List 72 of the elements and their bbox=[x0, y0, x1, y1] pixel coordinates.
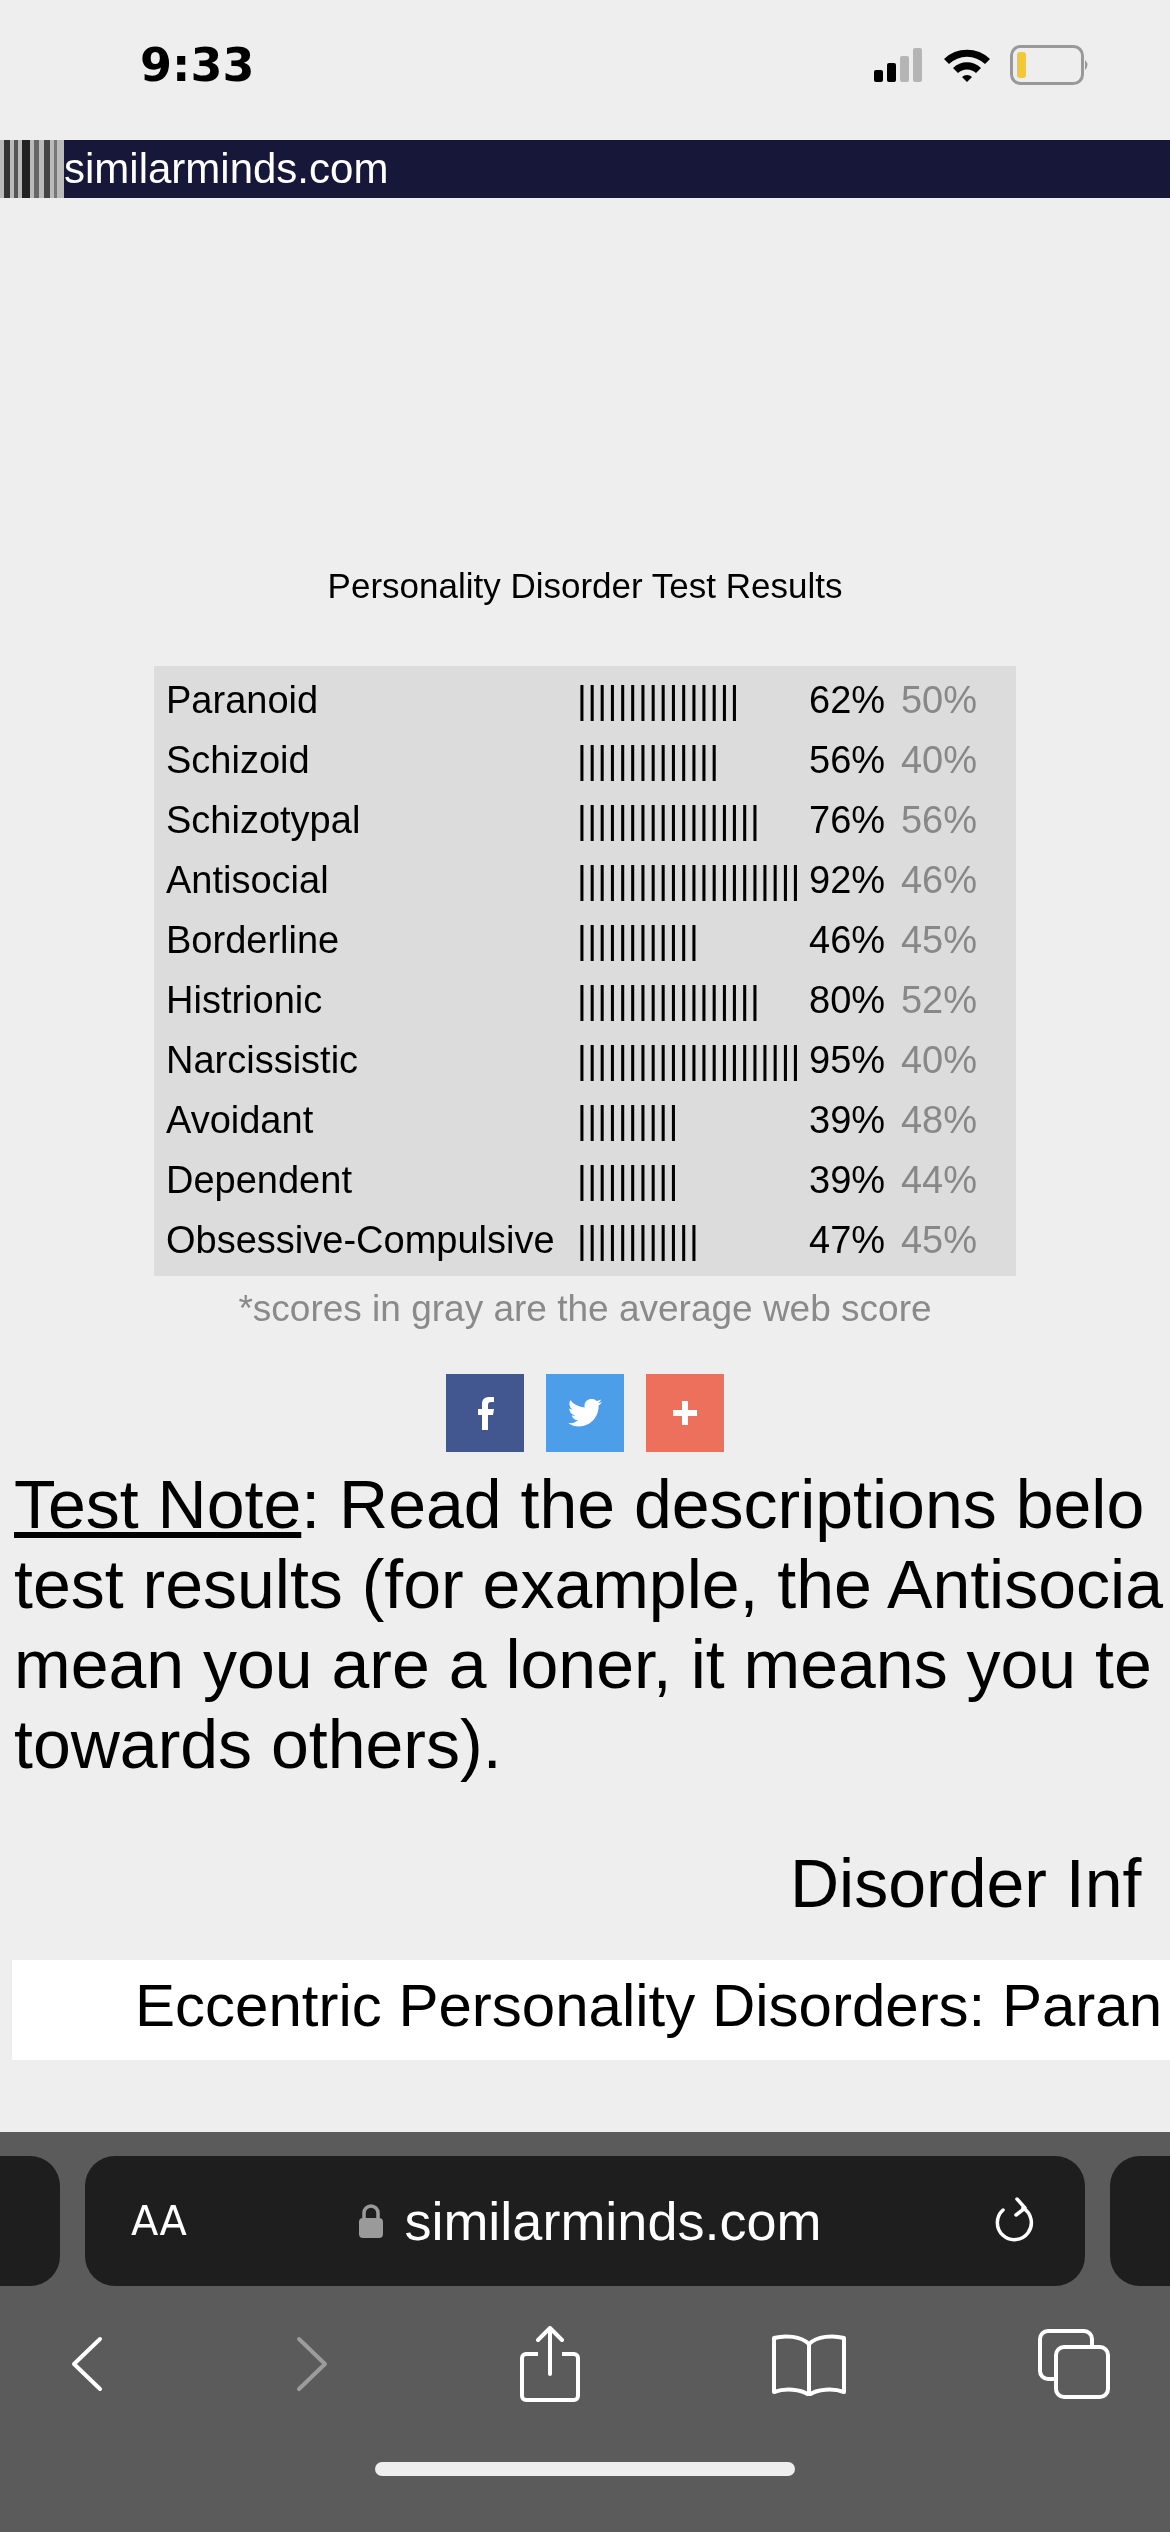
score-value: 47% bbox=[809, 1218, 887, 1262]
footnote: *scores in gray are the average web score bbox=[237, 1288, 933, 1330]
twitter-share-button[interactable] bbox=[546, 1374, 624, 1452]
disorder-name: Schizotypal bbox=[166, 798, 362, 842]
note-text: : Read the descriptions belo bbox=[301, 1466, 1145, 1542]
score-value: 95% bbox=[809, 1038, 887, 1082]
disorder-name: Narcissistic bbox=[166, 1038, 360, 1082]
results-title: Personality Disorder Test Results bbox=[326, 566, 844, 606]
back-icon[interactable] bbox=[70, 2336, 104, 2392]
disorder-name: Obsessive-Compulsive bbox=[166, 1218, 556, 1262]
average-score: 45% bbox=[900, 918, 977, 962]
share-icon[interactable] bbox=[520, 2326, 580, 2402]
score-bar-text: |||||||||||||||||| bbox=[577, 978, 761, 1022]
disorder-name: Histrionic bbox=[166, 978, 324, 1022]
score-value: 46% bbox=[809, 918, 887, 962]
average-score: 56% bbox=[900, 798, 977, 842]
note-text: mean you are a loner, it means you te bbox=[14, 1626, 1152, 1702]
url-text: similarminds.com bbox=[404, 2190, 822, 2252]
average-score: 52% bbox=[900, 978, 977, 1022]
status-time: 9:33 bbox=[140, 38, 255, 92]
average-score: 44% bbox=[900, 1158, 977, 1202]
tab-pill[interactable] bbox=[1110, 2156, 1170, 2286]
score-value: 92% bbox=[809, 858, 887, 902]
average-score: 46% bbox=[900, 858, 977, 902]
wifi-icon bbox=[942, 47, 992, 83]
barcode-logo-icon bbox=[0, 140, 64, 198]
average-score: 50% bbox=[900, 678, 977, 722]
average-score: 45% bbox=[900, 1218, 977, 1262]
section-heading: Disorder Inf bbox=[790, 1845, 1142, 1921]
score-bar-text: |||||||||||||| bbox=[577, 738, 720, 782]
text-size-button[interactable]: AA bbox=[131, 2198, 187, 2244]
score-bar-text: |||||||||| bbox=[577, 1098, 679, 1142]
score-value: 76% bbox=[809, 798, 887, 842]
disorder-name: Dependent bbox=[166, 1158, 353, 1202]
address-bar[interactable]: AA similarminds.com bbox=[85, 2156, 1085, 2286]
score-bar-text: |||||||||||||||||| bbox=[577, 798, 761, 842]
note-heading: Test Note bbox=[14, 1466, 302, 1542]
disorder-name: Paranoid bbox=[166, 678, 320, 722]
forward-icon[interactable] bbox=[295, 2336, 329, 2392]
more-share-button[interactable] bbox=[646, 1374, 724, 1452]
facebook-share-button[interactable] bbox=[446, 1374, 524, 1452]
score-value: 39% bbox=[809, 1158, 887, 1202]
note-text: test results (for example, the Antisocia bbox=[14, 1546, 1163, 1622]
score-bar-text: |||||||||||||||||||||| bbox=[577, 1038, 801, 1082]
bookmarks-icon[interactable] bbox=[771, 2332, 847, 2396]
score-value: 80% bbox=[809, 978, 887, 1022]
score-value: 56% bbox=[809, 738, 887, 782]
disorder-name: Borderline bbox=[166, 918, 341, 962]
score-value: 39% bbox=[809, 1098, 887, 1142]
disorder-name: Schizoid bbox=[166, 738, 311, 782]
signal-icon bbox=[874, 48, 924, 82]
disorder-name: Antisocial bbox=[166, 858, 330, 902]
lock-icon bbox=[358, 2204, 385, 2238]
average-score: 48% bbox=[900, 1098, 977, 1142]
score-bar-text: |||||||||||| bbox=[577, 918, 700, 962]
plus-icon bbox=[673, 1401, 697, 1425]
facebook-f-icon bbox=[475, 1396, 495, 1430]
average-score: 40% bbox=[900, 738, 977, 782]
tab-pill[interactable] bbox=[0, 2156, 60, 2286]
site-title: similarminds.com bbox=[64, 145, 389, 193]
bird-icon bbox=[568, 1399, 602, 1427]
score-bar-text: |||||||||||||||||||||| bbox=[577, 858, 801, 902]
average-score: 40% bbox=[900, 1038, 977, 1082]
note-text: towards others). bbox=[14, 1706, 502, 1782]
section-band-title: Eccentric Personality Disorders: Paran bbox=[135, 1971, 1163, 2041]
score-bar-text: |||||||||| bbox=[577, 1158, 679, 1202]
score-bar-text: |||||||||||| bbox=[577, 1218, 700, 1262]
battery-icon bbox=[1010, 45, 1090, 85]
score-value: 62% bbox=[809, 678, 887, 722]
disorder-name: Avoidant bbox=[166, 1098, 315, 1142]
tabs-icon[interactable] bbox=[1038, 2329, 1110, 2399]
score-bar-text: |||||||||||||||| bbox=[577, 678, 740, 722]
